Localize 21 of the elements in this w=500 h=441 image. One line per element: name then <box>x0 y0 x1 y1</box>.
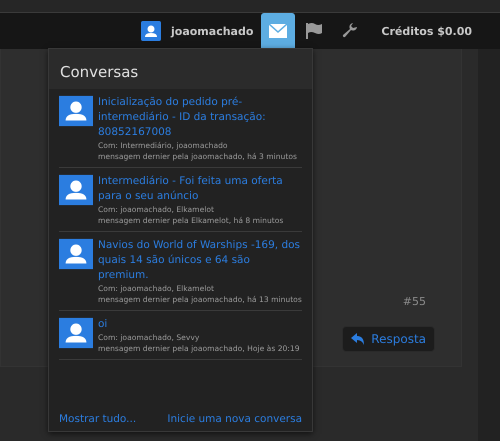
post-number[interactable]: #55 <box>402 295 426 308</box>
conversation-title-link[interactable]: Inicialização do pedido pré-intermediário - ID da transação: 80852167008 <box>98 95 302 140</box>
avatar-icon[interactable] <box>59 317 93 349</box>
flag-icon <box>305 23 324 39</box>
reply-button[interactable]: Resposta <box>342 326 435 352</box>
credits-link[interactable]: Créditos $0.00 <box>381 24 472 38</box>
new-conversation-link[interactable]: Inicie uma nova conversa <box>167 413 302 425</box>
username-link[interactable]: joaomachado <box>171 24 254 38</box>
mail-button[interactable] <box>261 13 296 49</box>
avatar-icon[interactable] <box>59 95 93 127</box>
user-avatar-icon[interactable] <box>141 21 161 41</box>
avatar-icon[interactable] <box>59 174 93 206</box>
show-all-link[interactable]: Mostrar tudo... <box>59 413 136 425</box>
conversation-title-link[interactable]: oi <box>98 317 300 332</box>
conversation-title-link[interactable]: Intermediário - Foi feita uma oferta para o seu anúncio <box>98 174 302 204</box>
conversation-title-link[interactable]: Navios do World of Warships -169, dos quais 14 são únicos e 64 são premium. <box>98 238 302 283</box>
reply-arrow-icon <box>351 333 366 345</box>
dropdown-title: Conversas <box>49 49 312 89</box>
avatar-icon[interactable] <box>59 238 93 270</box>
envelope-icon <box>269 24 288 38</box>
wrench-icon <box>342 23 358 39</box>
